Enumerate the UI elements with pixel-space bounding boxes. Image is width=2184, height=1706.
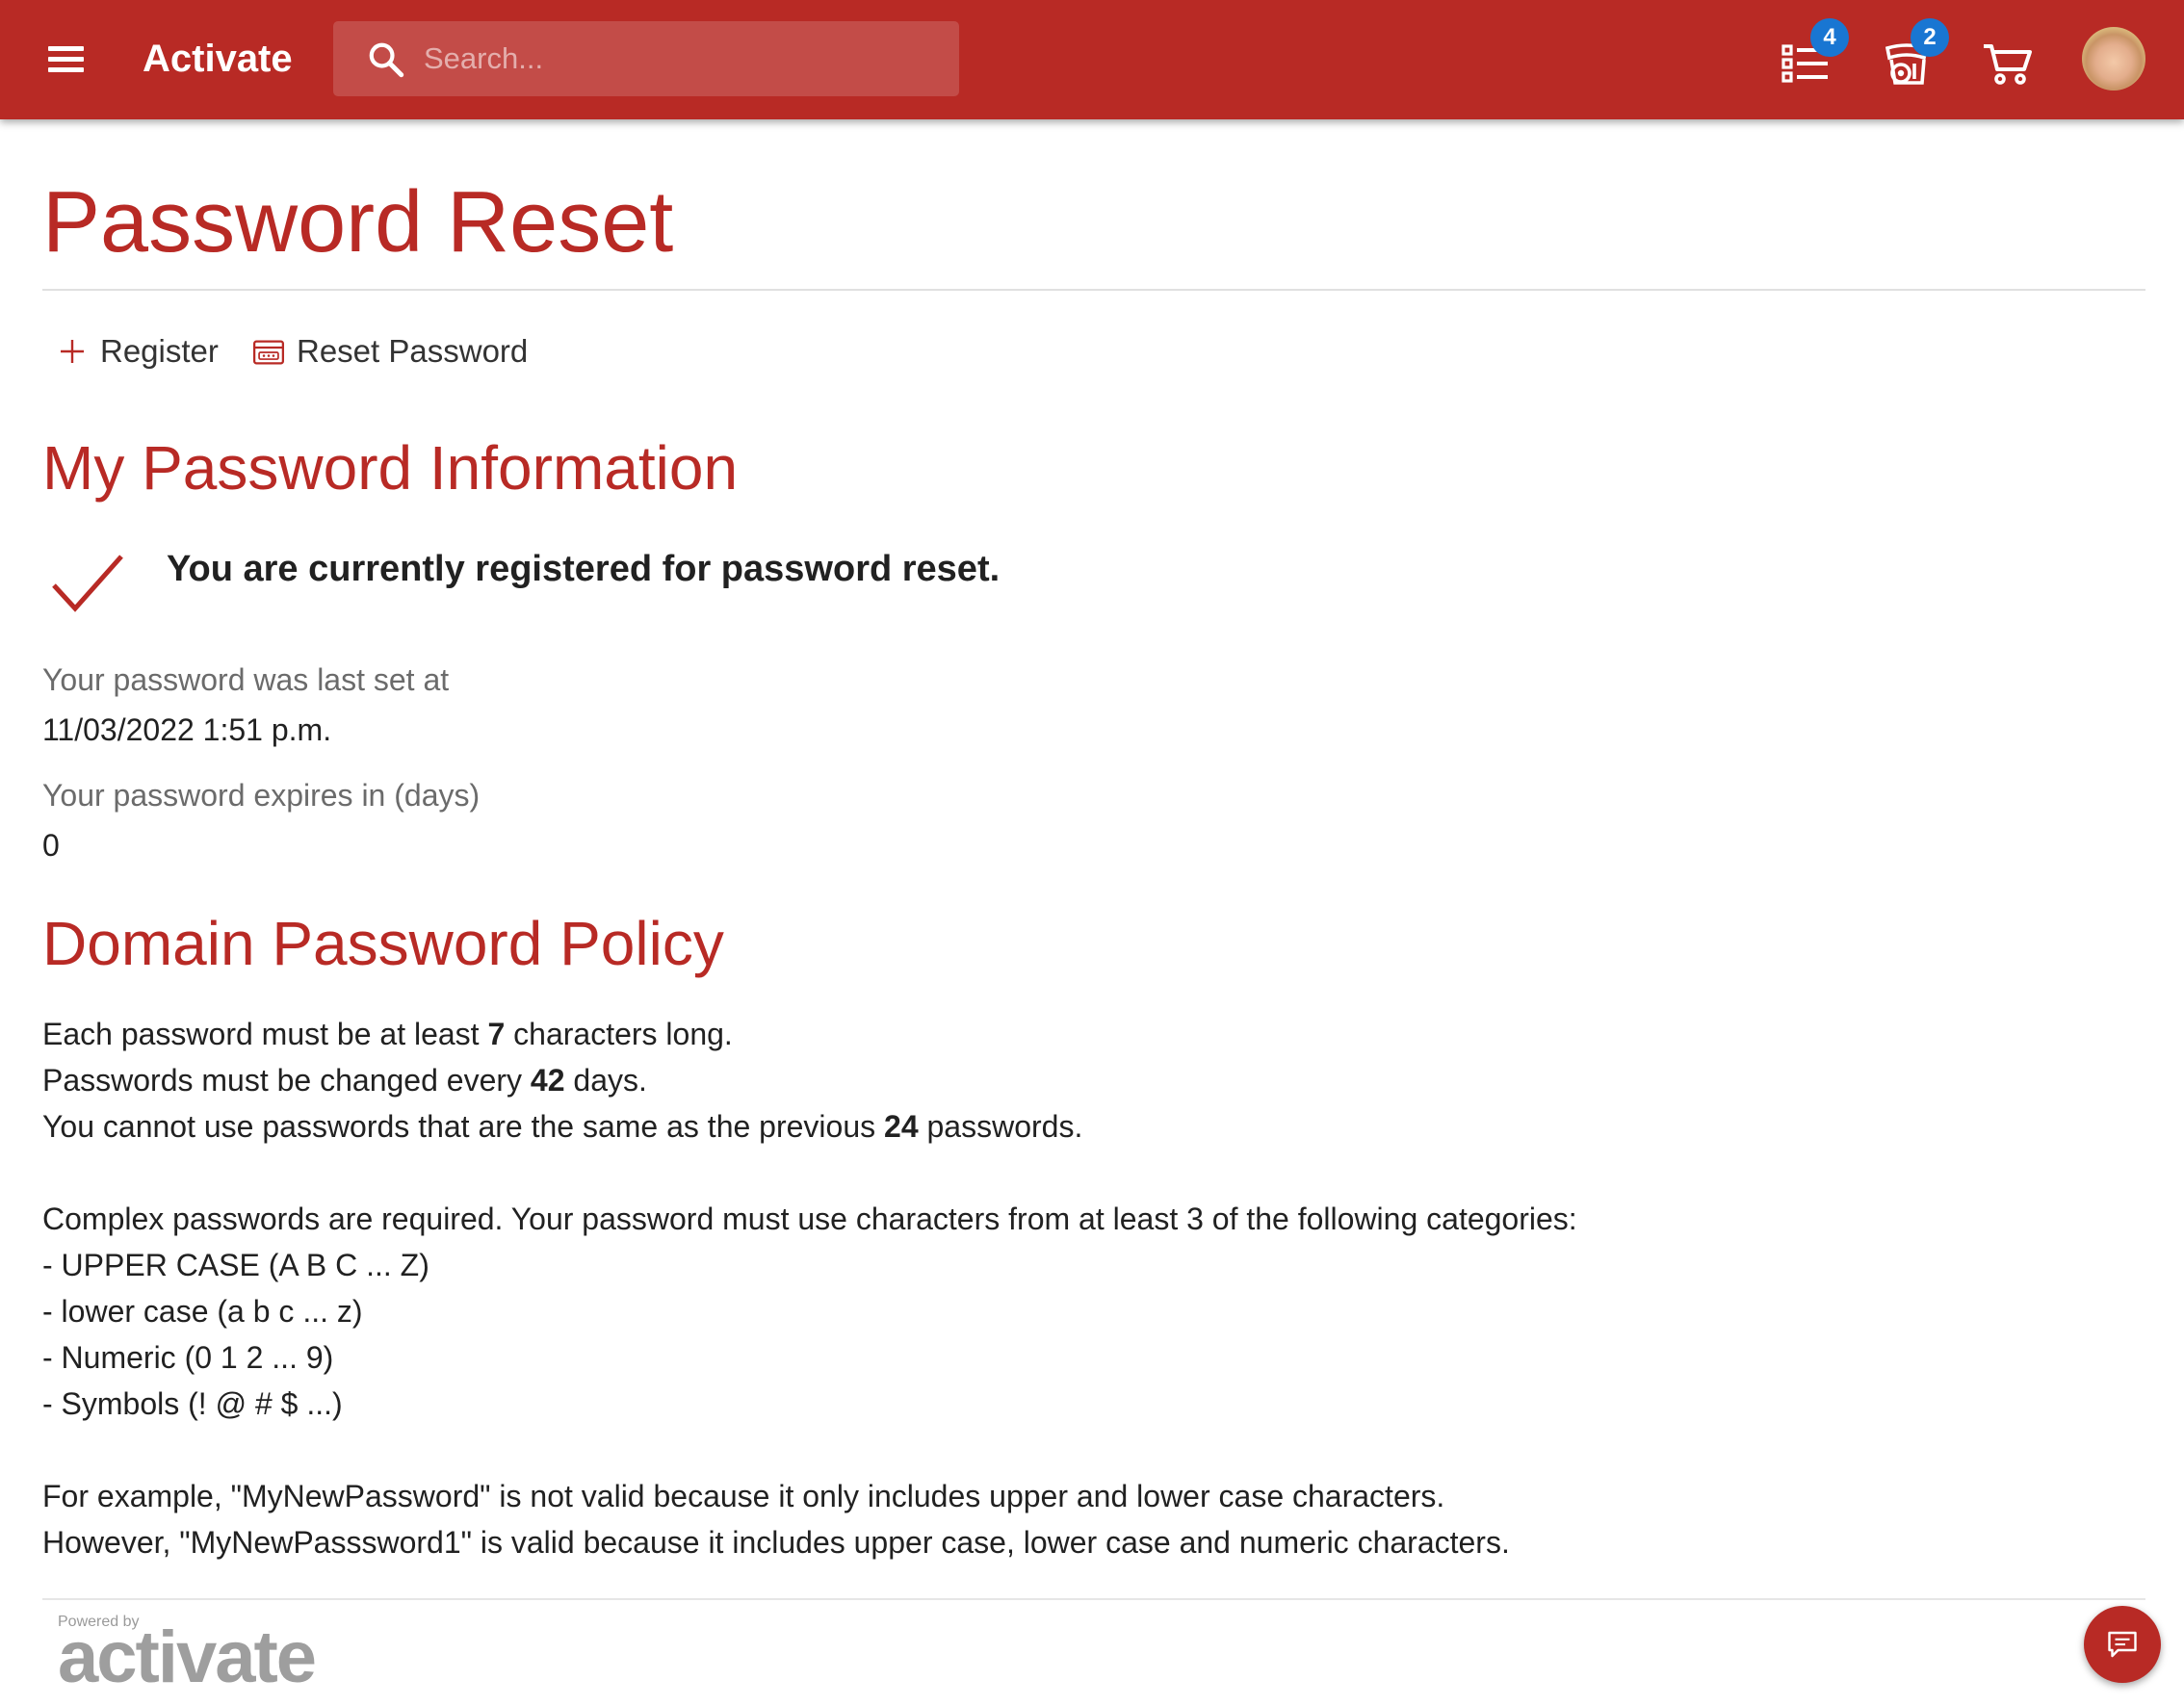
reset-password-label: Reset Password: [297, 333, 529, 369]
hamburger-menu-icon[interactable]: [37, 37, 94, 83]
register-label: Register: [100, 333, 219, 369]
search-box[interactable]: [333, 21, 959, 96]
password-info-heading: My Password Information: [42, 433, 739, 503]
search-icon: [369, 42, 404, 78]
policy-min-length: Each password must be at least 7 charact…: [42, 1017, 733, 1051]
expires-label: Your password expires in (days): [42, 778, 481, 813]
tasks-count-badge: 4: [1810, 18, 1849, 57]
cart-button[interactable]: [1978, 33, 2036, 90]
policy-change-every: Passwords must be changed every 42 days.: [42, 1063, 647, 1098]
title-divider: [42, 289, 2145, 291]
shopping-cart-icon: [1984, 44, 2032, 85]
app-brand[interactable]: Activate: [143, 35, 293, 83]
policy-category-symbols: - Symbols (! @ # $ ...): [42, 1386, 343, 1421]
policy-heading: Domain Password Policy: [42, 909, 724, 978]
policy-category-upper: - UPPER CASE (A B C ... Z): [42, 1248, 429, 1282]
policy-complexity-intro: Complex passwords are required. Your pas…: [42, 1202, 1577, 1236]
registration-status: You are currently registered for passwor…: [167, 549, 1001, 589]
password-card-icon: [252, 340, 285, 365]
policy-history: You cannot use passwords that are the sa…: [42, 1109, 1083, 1144]
requests-button[interactable]: 2: [1878, 18, 1949, 90]
reset-password-button[interactable]: Reset Password: [252, 327, 532, 375]
chat-bubble-icon: [2108, 1631, 2137, 1658]
last-set-value: 11/03/2022 1:51 p.m.: [42, 712, 332, 747]
plus-icon: [61, 340, 84, 363]
footer-logo: activate: [58, 1616, 317, 1698]
page-title: Password Reset: [42, 174, 674, 271]
expires-value: 0: [42, 828, 60, 863]
search-input[interactable]: [424, 37, 924, 81]
last-set-label: Your password was last set at: [42, 662, 450, 697]
footer-divider: [42, 1598, 2145, 1600]
policy-category-lower: - lower case (a b c ... z): [42, 1294, 363, 1329]
user-avatar[interactable]: [2082, 27, 2145, 90]
policy-category-numeric: - Numeric (0 1 2 ... 9): [42, 1340, 334, 1375]
chat-button[interactable]: [2084, 1606, 2161, 1683]
checkmark-icon: [52, 555, 123, 612]
tasks-button[interactable]: 4: [1778, 18, 1849, 90]
register-button[interactable]: Register: [56, 327, 220, 375]
policy-example-invalid: For example, "MyNewPassword" is not vali…: [42, 1479, 1445, 1513]
policy-example-valid: However, "MyNewPasssword1" is valid beca…: [42, 1525, 1510, 1560]
top-app-bar: Activate 4 2: [0, 0, 2184, 119]
requests-count-badge: 2: [1911, 18, 1949, 57]
